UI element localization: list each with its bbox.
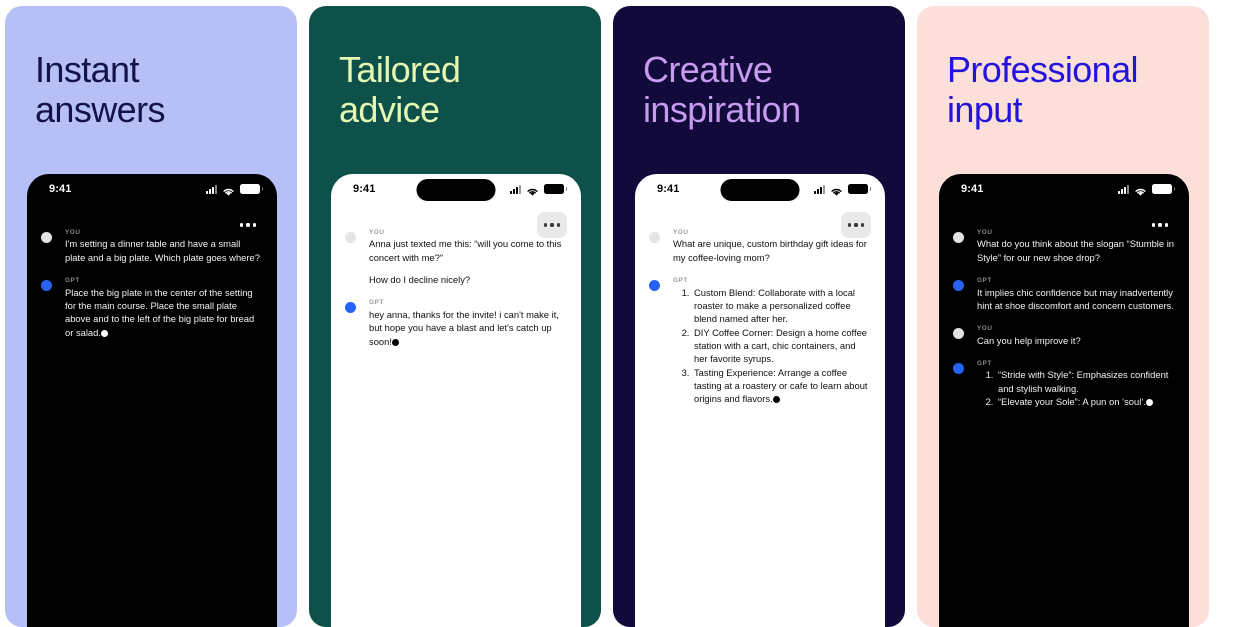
status-bar-icons: [510, 184, 567, 196]
status-bar-time: 9:41: [961, 183, 984, 195]
status-bar-icons: [814, 184, 871, 196]
list-item: Tasting Experience: Arrange a coffee tas…: [692, 366, 871, 406]
wifi-icon: [1134, 184, 1147, 196]
message-paragraph: Anna just texted me this: “will you come…: [369, 238, 562, 263]
battery-icon: [1152, 184, 1175, 194]
cellular-bars-icon: [814, 184, 825, 194]
message-role-label: GPT: [65, 277, 80, 285]
wifi-icon: [830, 184, 843, 196]
status-bar-time: 9:41: [353, 183, 376, 195]
typing-cursor-dot: [391, 338, 399, 346]
gpt-avatar: [953, 362, 964, 374]
chat-message: GPT Custom Blend: Collaborate with a loca…: [649, 277, 871, 406]
typing-cursor-dot: [772, 396, 780, 404]
chat-message: YOU What do you think about the slogan “S…: [953, 229, 1175, 264]
conversation-thread: YOU What do you think about the slogan “S…: [939, 208, 1189, 408]
wifi-icon: [222, 184, 235, 196]
message-role-label: GPT: [673, 277, 688, 285]
status-bar-time: 9:41: [657, 183, 680, 195]
panel-headline: Instant answers: [35, 49, 165, 131]
user-avatar: [953, 328, 964, 340]
gpt-avatar: [953, 280, 964, 292]
panel-headline: Professional input: [947, 49, 1139, 131]
chat-message: GPT Place the big plate in the center of …: [41, 277, 263, 339]
phone-mockup: 9:41 YOU Anna just texted me this: “will y…: [331, 174, 581, 627]
gpt-avatar: [41, 280, 52, 292]
status-bar-icons: [1118, 184, 1175, 196]
user-avatar: [649, 232, 660, 243]
chat-message: GPT hey anna, thanks for the invite! i ca…: [345, 300, 567, 347]
message-paragraph: What are unique, custom birthday gift id…: [673, 238, 867, 263]
message-role-label: YOU: [977, 229, 993, 236]
conversation-thread: YOU What are unique, custom birthday gift…: [635, 208, 885, 406]
list-item: “Stride with Style”: Emphasizes confiden…: [996, 368, 1175, 395]
message-numbered-list: “Stride with Style”: Emphasizes confiden…: [977, 368, 1175, 408]
app-store-screenshot-gallery: Instant answers 9:41 YOU I'm setting a dinn…: [0, 0, 1233, 627]
status-bar: 9:41: [27, 174, 277, 208]
cellular-bars-icon: [510, 184, 521, 194]
gpt-avatar: [345, 302, 356, 314]
status-bar-time: 9:41: [49, 183, 72, 195]
chat-message: GPT “Stride with Style”: Emphasizes confi…: [953, 359, 1175, 408]
status-bar: 9:41: [331, 174, 581, 208]
user-avatar: [953, 232, 964, 243]
chat-message: YOU I'm setting a dinner table and have a…: [41, 229, 263, 264]
message-role-label: GPT: [977, 277, 992, 285]
message-role-label: GPT: [369, 299, 384, 307]
chat-message: YOU What are unique, custom birthday gift…: [649, 229, 871, 264]
message-paragraph: I'm setting a dinner table and have a sm…: [65, 238, 260, 263]
panel-headline: Creative inspiration: [643, 49, 801, 131]
message-numbered-list: Custom Blend: Collaborate with a local r…: [673, 286, 871, 406]
chat-message: YOU Can you help improve it?: [953, 325, 1175, 347]
phone-mockup: 9:41 YOU What do you think about the sloga…: [939, 174, 1189, 627]
user-avatar: [41, 232, 52, 243]
message-paragraph: hey anna, thanks for the invite! i can't…: [369, 308, 559, 347]
wifi-icon: [526, 184, 539, 196]
message-role-label: YOU: [977, 325, 993, 333]
message-role-label: YOU: [673, 229, 689, 236]
status-bar: 9:41: [635, 174, 885, 208]
status-bar-icons: [206, 184, 263, 196]
message-paragraph: What do you think about the slogan “Stum…: [977, 238, 1174, 263]
message-paragraph: Can you help improve it?: [977, 334, 1081, 346]
panel-tailored-advice: Tailored advice 9:41 YOU Anna just texted m…: [309, 6, 601, 627]
message-paragraph: How do I decline nicely?: [369, 274, 471, 286]
typing-cursor-dot: [1146, 399, 1154, 407]
message-paragraph: Place the big plate in the center of the…: [65, 286, 255, 338]
panel-headline: Tailored advice: [339, 49, 461, 131]
panel-instant-answers: Instant answers 9:41 YOU I'm setting a dinn…: [5, 6, 297, 627]
panel-creative-inspiration: Creative inspiration 9:41 YOU What are uniq…: [613, 6, 905, 627]
cellular-bars-icon: [1118, 184, 1129, 194]
battery-icon: [544, 184, 567, 194]
list-item: Custom Blend: Collaborate with a local r…: [692, 286, 871, 326]
battery-icon: [240, 184, 263, 194]
chat-message: YOU Anna just texted me this: “will you c…: [345, 229, 567, 286]
status-bar: 9:41: [939, 174, 1189, 208]
message-paragraph: It implies chic confidence but may inadv…: [977, 286, 1174, 311]
list-item: DIY Coffee Corner: Design a home coffee …: [692, 326, 871, 366]
battery-icon: [848, 184, 871, 194]
message-role-label: YOU: [65, 229, 81, 236]
panel-professional-input: Professional input 9:41 YOU What do you thi…: [917, 6, 1209, 627]
typing-cursor-dot: [100, 329, 108, 337]
cellular-bars-icon: [206, 184, 217, 194]
phone-mockup: 9:41 YOU What are unique, custom birthday …: [635, 174, 885, 627]
message-role-label: YOU: [369, 229, 385, 236]
phone-mockup: 9:41 YOU I'm setting a dinner table and ha…: [27, 174, 277, 627]
message-role-label: GPT: [977, 359, 992, 367]
chat-message: GPT It implies chic confidence but may in…: [953, 277, 1175, 312]
list-item: “Elevate your Sole”: A pun on ‘soul’.: [996, 395, 1175, 408]
user-avatar: [345, 232, 356, 243]
dynamic-island: [720, 179, 800, 201]
gpt-avatar: [649, 280, 660, 292]
dynamic-island: [416, 179, 496, 201]
